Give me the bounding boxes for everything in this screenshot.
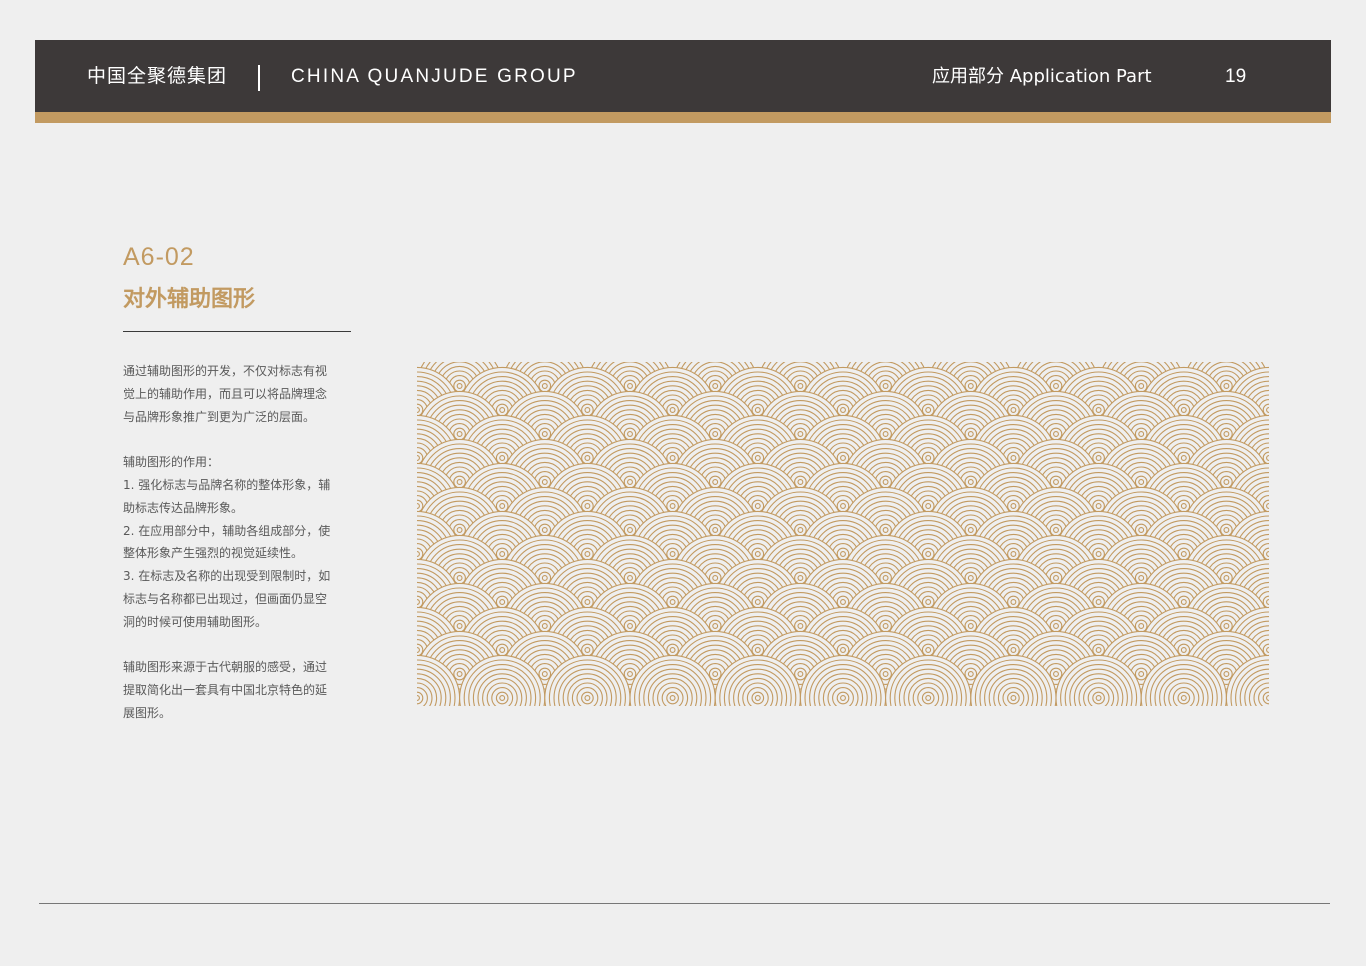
brand-divider	[258, 65, 260, 91]
page-number: 19	[1225, 66, 1247, 87]
header-bar: 中国全聚德集团 CHINA QUANJUDE GROUP 应用部分 Applic…	[35, 40, 1331, 112]
footer-divider	[39, 903, 1330, 904]
header-accent-stripe	[35, 112, 1331, 123]
section-code: A6-02	[123, 243, 195, 271]
section-label: 应用部分 Application Part	[932, 66, 1152, 87]
auxiliary-wave-pattern	[417, 362, 1269, 706]
page-title: 对外辅助图形	[123, 287, 256, 312]
origin-paragraph: 辅助图形来源于古代朝服的感受，通过 提取简化出一套具有中国北京特色的延 展图形。	[123, 660, 328, 720]
role-item-1: 1. 强化标志与品牌名称的整体形象，辅 助标志传达品牌形象。	[123, 477, 331, 515]
role-item-2: 2. 在应用部分中，辅助各组成部分，使 整体形象产生强烈的视觉延续性。	[123, 523, 331, 561]
brand-name-en: CHINA QUANJUDE GROUP	[291, 66, 578, 87]
role-item-3: 3. 在标志及名称的出现受到限制时，如 标志与名称都已出现过，但画面仍显空 洞的…	[123, 569, 331, 629]
title-divider	[123, 331, 351, 332]
description-block: 通过辅助图形的开发，不仅对标志有视 觉上的辅助作用，而且可以将品牌理念 与品牌形…	[123, 360, 355, 725]
intro-paragraph: 通过辅助图形的开发，不仅对标志有视 觉上的辅助作用，而且可以将品牌理念 与品牌形…	[123, 364, 328, 424]
roles-heading: 辅助图形的作用：	[123, 455, 220, 470]
brand-name-cn: 中国全聚德集团	[87, 65, 228, 87]
